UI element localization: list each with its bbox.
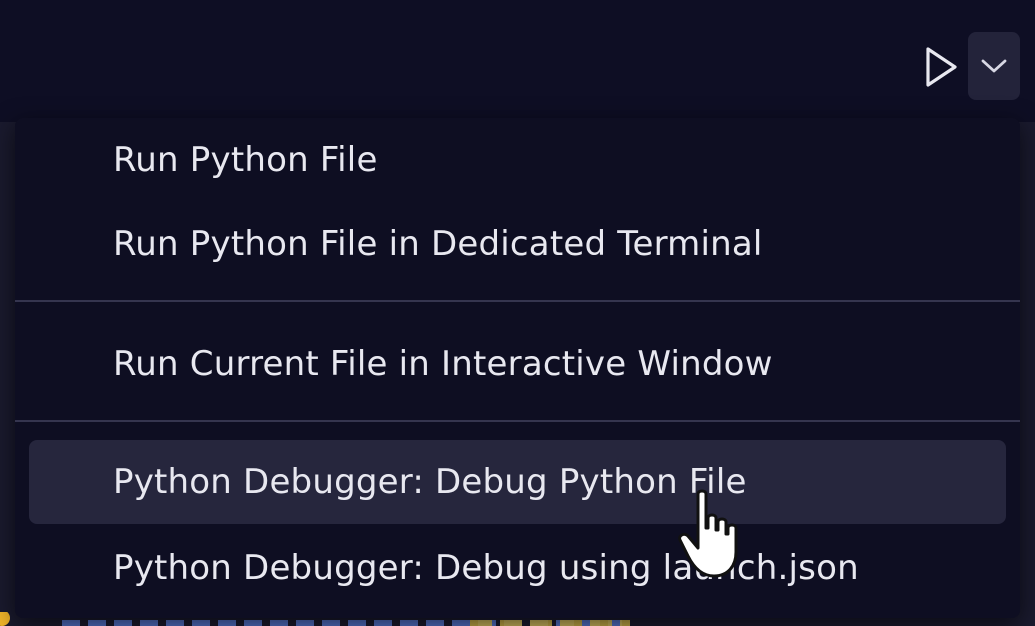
run-options-dropdown-button[interactable]: [968, 32, 1020, 100]
menu-item-label: Python Debugger: Debug Python File: [113, 462, 747, 502]
menu-item-run-interactive-window[interactable]: Run Current File in Interactive Window: [29, 322, 1006, 406]
menu-item-label: Run Python File: [113, 140, 378, 180]
warning-dot-icon: [0, 612, 10, 626]
menu-separator: [15, 420, 1020, 422]
menu-item-label: Run Python File in Dedicated Terminal: [113, 224, 763, 264]
play-icon: [926, 47, 957, 87]
menu-item-label: Python Debugger: Debug using launch.json: [113, 548, 859, 588]
menu-item-run-python-file[interactable]: Run Python File: [29, 118, 1006, 202]
menu-separator: [15, 300, 1020, 302]
menu-item-run-dedicated-terminal[interactable]: Run Python File in Dedicated Terminal: [29, 202, 1006, 286]
run-options-menu: Run Python File Run Python File in Dedic…: [15, 118, 1020, 618]
chevron-down-icon: [981, 59, 1007, 73]
code-fragment-highlight: [470, 620, 630, 626]
menu-item-debug-python-file[interactable]: Python Debugger: Debug Python File: [29, 440, 1006, 524]
menu-item-label: Run Current File in Interactive Window: [113, 344, 773, 384]
run-button[interactable]: [918, 40, 964, 94]
editor-window: Run Python File Run Python File in Dedic…: [0, 0, 1035, 626]
menu-item-debug-launch-json[interactable]: Python Debugger: Debug using launch.json: [29, 526, 1006, 610]
